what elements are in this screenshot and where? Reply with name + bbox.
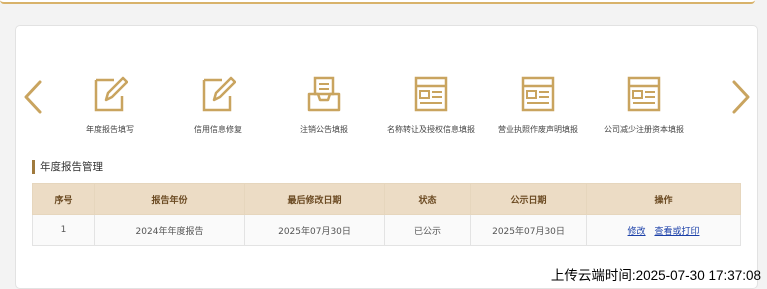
column-header: 序号 [32,183,95,215]
service-label: 年度报告填写 [86,125,134,134]
view-print-link[interactable]: 查看或打印 [654,227,699,237]
form-card-icon [627,76,661,112]
row-actions: 修改 查看或打印 [586,214,741,246]
table-row: 1 2024年年度报告 2025年07月30日 已公示 2025年07月30日 … [32,214,741,246]
published-date: 2025年07月30日 [470,214,587,246]
annual-report-table: 序号 报告年份 最后修改日期 状态 公示日期 操作 1 2024年年度报告 20… [32,183,741,246]
service-label: 营业执照作废声明填报 [498,125,578,134]
modified-date: 2025年07月30日 [244,214,385,246]
main-panel: 年度报告填写 信用信息修复 注销公告填报 名称转让及授权信息填报 营业执照作废声… [15,25,758,289]
document-pen-icon [202,76,236,112]
section-title: 年度报告管理 [32,160,103,174]
service-carousel: 年度报告填写 信用信息修复 注销公告填报 名称转让及授权信息填报 营业执照作废声… [71,71,711,141]
service-label: 公司减少注册资本填报 [604,125,684,134]
table-header-row: 序号 报告年份 最后修改日期 状态 公示日期 操作 [32,183,741,215]
report-year: 2024年年度报告 [94,214,245,246]
upload-timestamp: 上传云端时间:2025-07-30 17:37:08 [550,268,761,283]
column-header: 操作 [586,183,741,215]
chevron-left-icon[interactable] [22,79,44,115]
inbox-tray-icon [307,76,341,112]
service-label: 名称转让及授权信息填报 [387,125,475,134]
row-index: 1 [32,214,95,246]
document-pen-icon [94,76,128,112]
chevron-right-icon[interactable] [730,79,752,115]
top-strip [0,0,755,4]
column-header: 最后修改日期 [244,183,385,215]
service-annual-report[interactable]: 年度报告填写 [55,71,165,141]
service-label: 信用信息修复 [194,125,242,134]
edit-link[interactable]: 修改 [628,227,646,237]
status-text: 已公示 [384,214,471,246]
column-header: 状态 [384,183,471,215]
service-capital-reduction[interactable]: 公司减少注册资本填报 [589,71,699,141]
service-name-transfer[interactable]: 名称转让及授权信息填报 [376,71,486,141]
column-header: 公示日期 [470,183,587,215]
service-label: 注销公告填报 [300,125,348,134]
service-credit-repair[interactable]: 信用信息修复 [163,71,273,141]
column-header: 报告年份 [94,183,245,215]
service-cancellation-notice[interactable]: 注销公告填报 [269,71,379,141]
form-card-icon [521,76,555,112]
form-card-icon [414,76,448,112]
service-license-void[interactable]: 营业执照作废声明填报 [483,71,593,141]
